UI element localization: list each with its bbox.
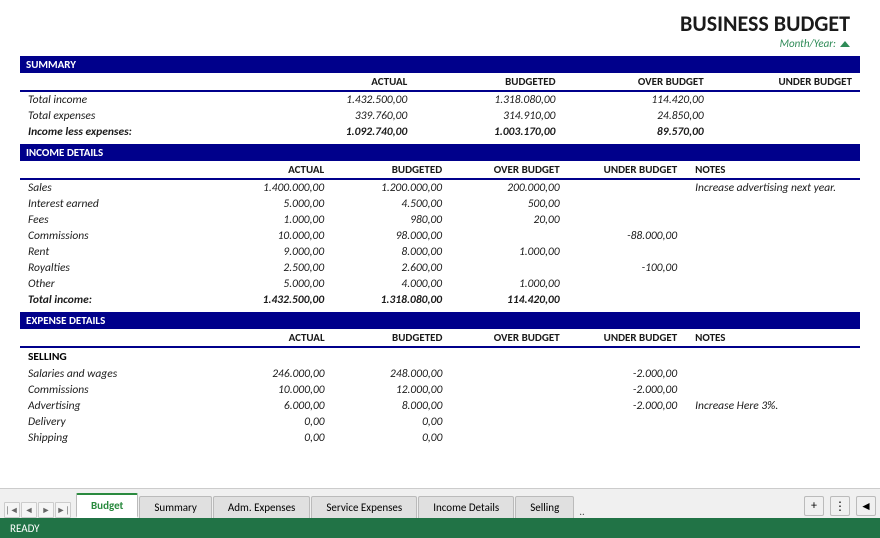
business-title: BUSINESS BUDGET (680, 10, 850, 37)
income-col-actual: ACTUAL (214, 161, 332, 179)
summary-col-headers: ACTUAL BUDGETED OVER BUDGET UNDER BUDGET (20, 73, 860, 91)
income-row-4: Commissions 10.000,00 98.000,00 -88.000,… (20, 228, 860, 244)
spreadsheet-area: BUSINESS BUDGET Month/Year: SUMMARY ACTU… (0, 0, 880, 488)
income-col-under: UNDER BUDGET (568, 161, 685, 179)
first-sheet-btn[interactable]: |◄ (4, 502, 20, 518)
title-block: BUSINESS BUDGET Month/Year: (680, 10, 850, 50)
income-col-over: OVER BUDGET (450, 161, 568, 179)
sheet-options-button[interactable]: ⋮ (830, 496, 850, 516)
income-row-2: Interest earned 5.000,00 4.500,00 500,00 (20, 196, 860, 212)
income-col-headers: ACTUAL BUDGETED OVER BUDGET UNDER BUDGET… (20, 161, 860, 179)
summary-row-3: Income less expenses: 1.092.740,00 1.003… (20, 124, 860, 140)
summary-col-over: OVER BUDGET (564, 73, 712, 91)
selling-label-row: SELLING (20, 347, 860, 366)
status-label: READY (10, 522, 40, 535)
expense-col-under: UNDER BUDGET (568, 329, 685, 347)
status-bar: READY (0, 518, 880, 538)
summary-row-1: Total income 1.432.500,00 1.318.080,00 1… (20, 91, 860, 108)
income-total-row: Total income: 1.432.500,00 1.318.080,00 … (20, 292, 860, 308)
tab-bar: |◄ ◄ ► ►| Budget Summary Adm. Expenses S… (0, 488, 880, 518)
expense-col-headers: ACTUAL BUDGETED OVER BUDGET UNDER BUDGET… (20, 329, 860, 347)
summary-col-actual: ACTUAL (267, 73, 415, 91)
expense-details-table: EXPENSE DETAILS ACTUAL BUDGETED OVER BUD… (20, 312, 860, 446)
expense-section-header: EXPENSE DETAILS (20, 312, 860, 329)
scroll-right-button[interactable]: ◄ (856, 496, 876, 516)
income-row-7: Other 5.000,00 4.000,00 1.000,00 (20, 276, 860, 292)
tab-service-expenses[interactable]: Service Expenses (311, 496, 417, 518)
tab-budget[interactable]: Budget (76, 493, 138, 518)
income-section-header: INCOME DETAILS (20, 144, 860, 161)
income-label: INCOME DETAILS (20, 144, 860, 161)
expense-col-budgeted: BUDGETED (333, 329, 451, 347)
income-col-budgeted: BUDGETED (332, 161, 450, 179)
expense-row-1: Salaries and wages 246.000,00 248.000,00… (20, 366, 860, 382)
tab-summary[interactable]: Summary (139, 496, 212, 518)
expense-row-2: Commissions 10.000,00 12.000,00 -2.000,0… (20, 382, 860, 398)
add-sheet-button[interactable]: + (804, 496, 824, 516)
next-sheet-btn[interactable]: ► (38, 502, 54, 518)
summary-col-budgeted: BUDGETED (415, 73, 563, 91)
summary-table: SUMMARY ACTUAL BUDGETED OVER BUDGET UNDE… (20, 56, 860, 140)
income-row-5: Rent 9.000,00 8.000,00 1.000,00 (20, 244, 860, 260)
tab-adm-expenses[interactable]: Adm. Expenses (213, 496, 310, 518)
prev-sheet-btn[interactable]: ◄ (21, 502, 37, 518)
month-year-label: Month/Year: (680, 37, 850, 50)
summary-col-under: UNDER BUDGET (712, 73, 860, 91)
expense-col-notes: NOTES (685, 329, 860, 347)
tab-income-details[interactable]: Income Details (418, 496, 514, 518)
income-details-table: INCOME DETAILS ACTUAL BUDGETED OVER BUDG… (20, 144, 860, 308)
summary-row-2: Total expenses 339.760,00 314.910,00 24.… (20, 108, 860, 124)
tab-actions: + ⋮ ◄ (804, 496, 876, 518)
expense-row-5: Shipping 0,00 0,00 (20, 430, 860, 446)
tab-selling[interactable]: Selling (515, 496, 574, 518)
expense-row-3: Advertising 6.000,00 8.000,00 -2.000,00 … (20, 398, 860, 414)
summary-label: SUMMARY (20, 56, 860, 73)
tab-ellipsis: .. (575, 505, 589, 518)
income-row-6: Royalties 2.500,00 2.600,00 -100,00 (20, 260, 860, 276)
income-row-3: Fees 1.000,00 980,00 20,00 (20, 212, 860, 228)
title-area: BUSINESS BUDGET Month/Year: (20, 10, 860, 50)
summary-section-header: SUMMARY (20, 56, 860, 73)
expense-row-4: Delivery 0,00 0,00 (20, 414, 860, 430)
expense-label: EXPENSE DETAILS (20, 312, 860, 329)
income-row-1: Sales 1.400.000,00 1.200.000,00 200.000,… (20, 179, 860, 196)
last-sheet-btn[interactable]: ►| (55, 502, 71, 518)
expense-col-over: OVER BUDGET (450, 329, 567, 347)
income-col-notes: NOTES (685, 161, 860, 179)
sheet-nav: |◄ ◄ ► ►| (4, 502, 71, 518)
expense-col-actual: ACTUAL (215, 329, 333, 347)
